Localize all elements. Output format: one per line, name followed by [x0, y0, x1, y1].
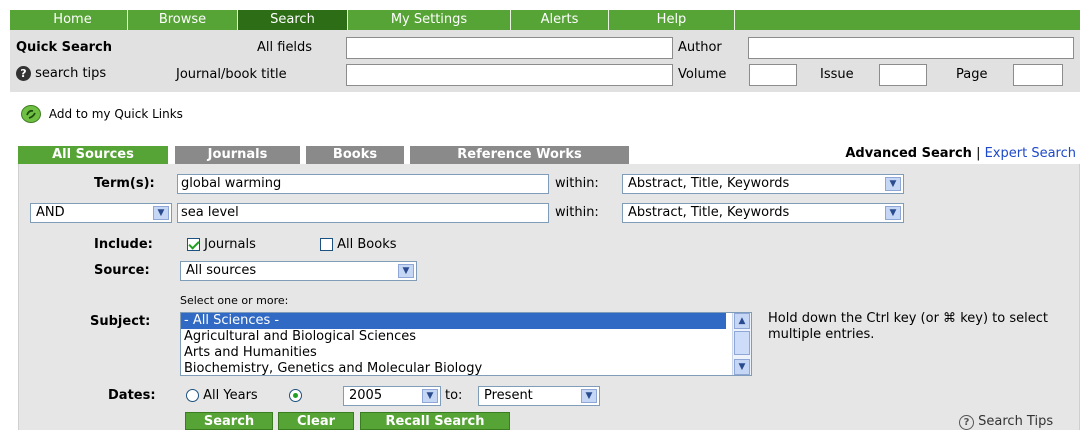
dates-label: Dates: — [108, 388, 156, 403]
search-tips-bottom[interactable]: ? Search Tips — [959, 414, 1053, 430]
author-label: Author — [678, 40, 722, 55]
author-input[interactable] — [748, 37, 1074, 59]
clear-button[interactable]: Clear — [278, 412, 354, 430]
search-mode-links: Advanced Search | Expert Search — [845, 146, 1076, 161]
expert-search-link[interactable]: Expert Search — [985, 146, 1076, 161]
journals-label: Journals — [204, 237, 256, 252]
within-label-2: within: — [555, 205, 599, 220]
nav-tab-my-settings[interactable]: My Settings — [348, 10, 511, 30]
all-books-checkbox[interactable] — [320, 238, 333, 251]
operator-select-value: AND — [36, 205, 65, 220]
within-select-1[interactable]: Abstract, Title, Keywords ▼ — [622, 174, 904, 194]
tab-reference-works[interactable]: Reference Works — [410, 146, 629, 164]
subject-help-text: Hold down the Ctrl key (or ⌘ key) to sel… — [768, 311, 1048, 342]
search-tips-bottom-label: Search Tips — [978, 414, 1054, 429]
subject-label: Subject: — [90, 314, 151, 329]
list-item[interactable]: - All Sciences - — [181, 313, 726, 329]
advanced-search-label: Advanced Search — [845, 146, 972, 161]
source-select[interactable]: All sources ▼ — [180, 261, 417, 281]
year-to-select[interactable]: Present ▼ — [478, 386, 600, 406]
nav-tab-alerts[interactable]: Alerts — [511, 10, 609, 30]
nav-tab-help[interactable]: Help — [609, 10, 735, 30]
to-label: to: — [445, 388, 463, 403]
year-from-value: 2005 — [349, 388, 383, 403]
page-label: Page — [956, 67, 988, 82]
quick-links-label: Add to my Quick Links — [48, 107, 183, 121]
all-fields-input[interactable] — [346, 37, 673, 59]
chevron-down-icon: ▼ — [885, 206, 901, 220]
terms-label: Term(s): — [94, 176, 155, 191]
year-range-option[interactable] — [289, 388, 302, 403]
search-button[interactable]: Search — [185, 412, 273, 430]
nav-tab-search[interactable]: Search — [238, 10, 348, 30]
journals-checkbox[interactable] — [187, 238, 200, 251]
term-2-input[interactable]: sea level — [177, 203, 549, 223]
chevron-down-icon: ▼ — [581, 389, 597, 403]
tab-books[interactable]: Books — [306, 146, 404, 164]
year-range-radio[interactable] — [289, 389, 302, 402]
chevron-down-icon[interactable]: ▼ — [734, 359, 750, 375]
list-item[interactable]: Agricultural and Biological Sciences — [181, 329, 751, 345]
search-tips-label: search tips — [35, 66, 107, 81]
source-label: Source: — [94, 263, 150, 278]
tab-journals[interactable]: Journals — [175, 146, 300, 164]
all-books-label: All Books — [337, 237, 397, 252]
chevron-down-icon: ▼ — [398, 264, 414, 278]
nav-tab-home[interactable]: Home — [18, 10, 128, 30]
subject-listbox[interactable]: - All Sciences - Agricultural and Biolog… — [180, 312, 752, 376]
include-label: Include: — [94, 237, 153, 252]
chevron-down-icon: ▼ — [153, 206, 169, 220]
all-years-radio[interactable] — [186, 389, 199, 402]
all-years-label: All Years — [203, 388, 258, 403]
chevron-up-icon[interactable]: ▲ — [734, 313, 750, 329]
tab-all-sources[interactable]: All Sources — [18, 146, 168, 164]
term-1-input[interactable]: global warming — [177, 174, 549, 194]
list-item[interactable]: Arts and Humanities — [181, 345, 751, 361]
journal-title-input[interactable] — [346, 64, 673, 86]
within-label-1: within: — [555, 176, 599, 191]
journal-title-label: Journal/book title — [176, 67, 287, 82]
volume-label: Volume — [678, 67, 727, 82]
add-quick-links[interactable]: Add to my Quick Links — [21, 105, 183, 123]
operator-select[interactable]: AND ▼ — [30, 203, 172, 223]
listbox-scrollbar[interactable]: ▲ ▼ — [732, 313, 751, 375]
quick-search-title: Quick Search — [16, 40, 112, 55]
issue-input[interactable] — [879, 64, 927, 86]
nav-tab-browse[interactable]: Browse — [128, 10, 238, 30]
issue-label: Issue — [820, 67, 854, 82]
all-years-option[interactable]: All Years — [186, 388, 258, 403]
subject-hint: Select one or more: — [180, 294, 289, 307]
volume-input[interactable] — [749, 64, 797, 86]
chevron-down-icon: ▼ — [422, 389, 438, 403]
include-books-option[interactable]: All Books — [320, 237, 397, 252]
year-from-select[interactable]: 2005 ▼ — [343, 386, 441, 406]
chevron-down-icon: ▼ — [885, 177, 901, 191]
source-select-value: All sources — [186, 263, 257, 278]
within-select-2[interactable]: Abstract, Title, Keywords ▼ — [622, 203, 904, 223]
search-mode-separator: | — [976, 146, 981, 161]
recall-search-button[interactable]: Recall Search — [360, 412, 510, 430]
list-item[interactable]: Biochemistry, Genetics and Molecular Bio… — [181, 361, 751, 375]
help-icon: ? — [16, 66, 31, 81]
help-icon: ? — [959, 415, 974, 430]
year-to-value: Present — [484, 388, 533, 403]
quick-links-icon — [21, 105, 41, 123]
within-select-2-value: Abstract, Title, Keywords — [628, 205, 790, 220]
all-fields-label: All fields — [257, 40, 313, 55]
scroll-thumb[interactable] — [734, 331, 750, 355]
search-tips-link[interactable]: ? search tips — [16, 66, 106, 81]
include-journals-option[interactable]: Journals — [187, 237, 256, 252]
page-input[interactable] — [1013, 64, 1063, 86]
within-select-1-value: Abstract, Title, Keywords — [628, 176, 790, 191]
